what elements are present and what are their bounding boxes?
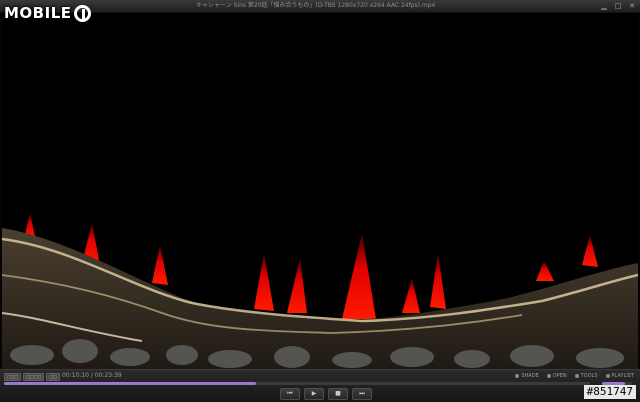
mini-buttons: □□□ □□□□ □□ [4, 373, 61, 381]
playlist-icon [605, 374, 610, 378]
maximize-icon[interactable]: □ [614, 2, 622, 10]
shade-button[interactable]: SHADE [515, 372, 539, 380]
shade-icon [515, 374, 520, 378]
title-bar[interactable]: キャシャーン Sins 第20話「憎み合うもの」(D-TBS 1280x720 … [0, 0, 640, 13]
media-player-window: キャシャーン Sins 第20話「憎み合うもの」(D-TBS 1280x720 … [0, 0, 640, 402]
play-icon[interactable]: ▶ [304, 388, 324, 400]
window-controls: ▁ □ ✕ [600, 2, 636, 10]
control-bar: □□□ □□□□ □□ 00:10:10 / 00:23:39 SHADE OP… [0, 369, 640, 402]
playlist-label: PLAYLIST [611, 373, 635, 379]
video-area[interactable] [2, 13, 638, 369]
mini-button-2[interactable]: □□□□ [23, 373, 45, 381]
stop-icon[interactable]: ■ [328, 388, 348, 400]
skip-forward-icon[interactable]: ⏭ [352, 388, 372, 400]
open-button[interactable]: OPEN [546, 372, 567, 380]
timecode: 00:10:10 / 00:23:39 [62, 372, 122, 379]
mobile01-logo: MOBILE [4, 2, 91, 24]
transport-controls: ⏮ ▶ ■ ⏭ [280, 388, 372, 400]
mini-button-3[interactable]: □□ [46, 373, 61, 381]
tools-icon [574, 374, 579, 378]
tools-button[interactable]: TOOLS [574, 372, 598, 380]
seek-bar-fill [4, 382, 256, 385]
open-label: OPEN [552, 373, 567, 379]
skip-back-icon[interactable]: ⏮ [280, 388, 300, 400]
menu-links: SHADE OPEN TOOLS PLAYLIST [515, 372, 634, 380]
01-ring-icon [73, 4, 91, 22]
video-frame [2, 13, 638, 369]
close-icon[interactable]: ✕ [628, 2, 636, 10]
id-badge: #851747 [583, 385, 636, 399]
mini-button-1[interactable]: □□□ [4, 373, 22, 381]
tools-label: TOOLS [580, 373, 598, 379]
open-icon [546, 374, 551, 378]
seek-bar[interactable] [4, 382, 590, 385]
minimize-icon[interactable]: ▁ [600, 2, 608, 10]
shade-label: SHADE [521, 373, 539, 379]
window-title: キャシャーン Sins 第20話「憎み合うもの」(D-TBS 1280x720 … [196, 2, 436, 9]
playlist-button[interactable]: PLAYLIST [605, 372, 635, 380]
logo-text: MOBILE [4, 4, 72, 22]
